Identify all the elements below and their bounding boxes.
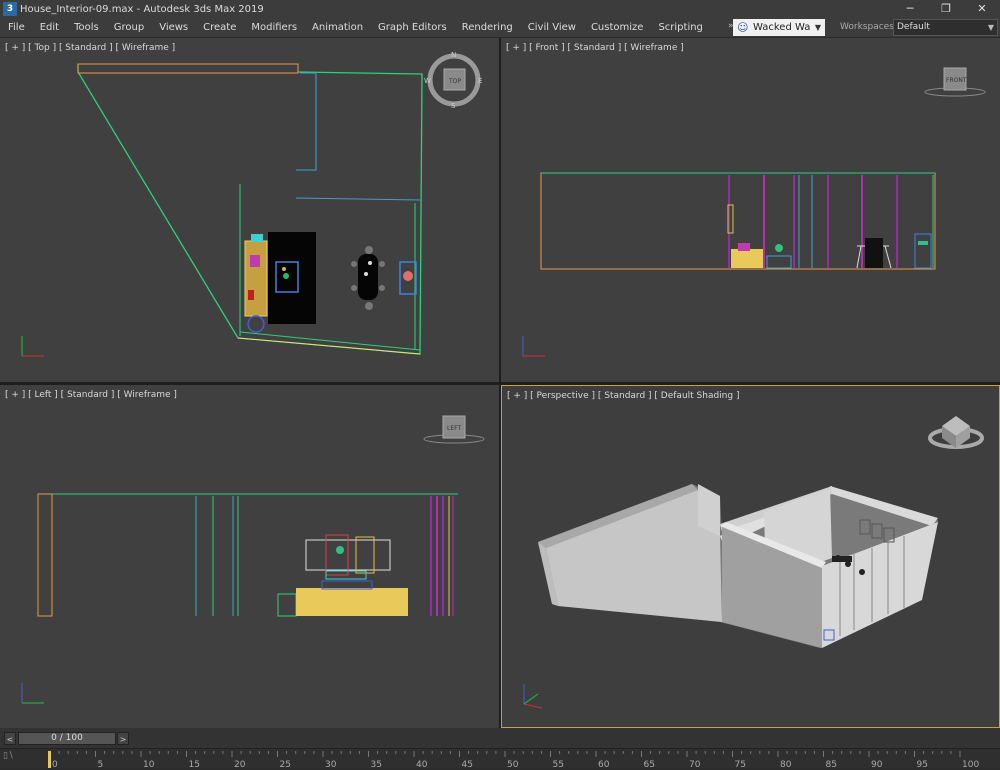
viewcube-front[interactable]: FRONT [924,67,986,97]
viewport-divider-horizontal[interactable] [0,382,1000,385]
viewcube-front-face: FRONT [946,77,967,84]
menu-file[interactable]: File [0,22,32,33]
chevron-down-icon: ▼ [814,23,821,32]
user-name: Wacked Wa [753,22,811,33]
menu-modifiers[interactable]: Modifiers [243,22,304,33]
menu-rendering[interactable]: Rendering [454,22,520,33]
viewcube-left[interactable]: LEFT [423,415,485,444]
menu-views[interactable]: Views [151,22,195,33]
viewcube-left-face: LEFT [447,425,461,432]
perspective-view-model [523,416,984,709]
menu-civil-view[interactable]: Civil View [520,22,583,33]
3ds-max-icon[interactable]: 3 [3,2,17,16]
next-frame-button[interactable]: > [117,732,129,745]
compass-e: E [478,77,482,85]
title-bar: 3 House_Interior-09.max - Autodesk 3ds M… [0,0,1000,18]
minimize-button[interactable]: ─ [892,0,928,18]
workspace-select[interactable]: Default ▼ [893,19,998,36]
user-account-dropdown[interactable]: ☺ Wacked Wa ▼ [733,19,825,36]
viewport-front[interactable]: [ + ] [ Front ] [ Standard ] [ Wireframe… [501,38,1000,382]
user-icon: ☺ [737,20,749,34]
viewport-top[interactable]: [ + ] [ Top ] [ Standard ] [ Wireframe ]… [0,38,499,382]
menu-customize[interactable]: Customize [583,22,651,33]
menu-group[interactable]: Group [106,22,151,33]
track-bar[interactable]: ▯∖ 0 5 10 15 20 25 30 35 40 45 50 55 60 65 70 75 80 85 90 9… [0,748,1000,770]
viewcube-perspective[interactable] [928,416,984,449]
menu-bar: File Edit Tools Group Views Create Modif… [0,18,1000,38]
time-slider-handle[interactable]: 0 / 100 [18,732,116,745]
window-title: House_Interior-09.max - Autodesk 3ds Max… [20,3,264,15]
menu-scripting[interactable]: Scripting [650,22,709,33]
menu-tools[interactable]: Tools [66,22,106,33]
compass-w: W [424,77,431,85]
top-view-wireframe: TOP N S W E [21,51,482,357]
menu-graph-editors[interactable]: Graph Editors [370,22,454,33]
compass-s: S [451,102,456,110]
viewport-perspective[interactable]: [ + ] [ Perspective ] [ Standard ] [ Def… [501,385,1000,728]
restore-button[interactable]: ❐ [928,0,964,18]
viewport-left[interactable]: [ + ] [ Left ] [ Standard ] [ Wireframe … [0,385,499,728]
compass-n: N [451,51,456,59]
close-button[interactable]: ✕ [964,0,1000,18]
viewcube-compass[interactable]: TOP N S W E [424,51,482,110]
workspace-value: Default [897,22,930,32]
chevron-down-icon: ▼ [987,23,994,32]
menu-animation[interactable]: Animation [304,22,370,33]
track-ruler[interactable]: 0 5 10 15 20 25 30 35 40 45 50 55 60 65 70 75 80 85 90 95 10… [0,749,1000,770]
current-frame-marker[interactable] [48,751,51,768]
menu-create[interactable]: Create [195,22,243,33]
left-view-wireframe: LEFT [21,415,485,704]
viewcube-top-face: TOP [448,78,461,85]
time-slider-bar: < 0 / 100 > [0,728,1000,748]
prev-frame-button[interactable]: < [4,732,16,745]
window-controls: ─ ❐ ✕ [892,0,1000,18]
menu-edit[interactable]: Edit [32,22,66,33]
front-view-wireframe: FRONT [522,67,986,357]
workspaces-label: Workspaces: [840,22,897,32]
